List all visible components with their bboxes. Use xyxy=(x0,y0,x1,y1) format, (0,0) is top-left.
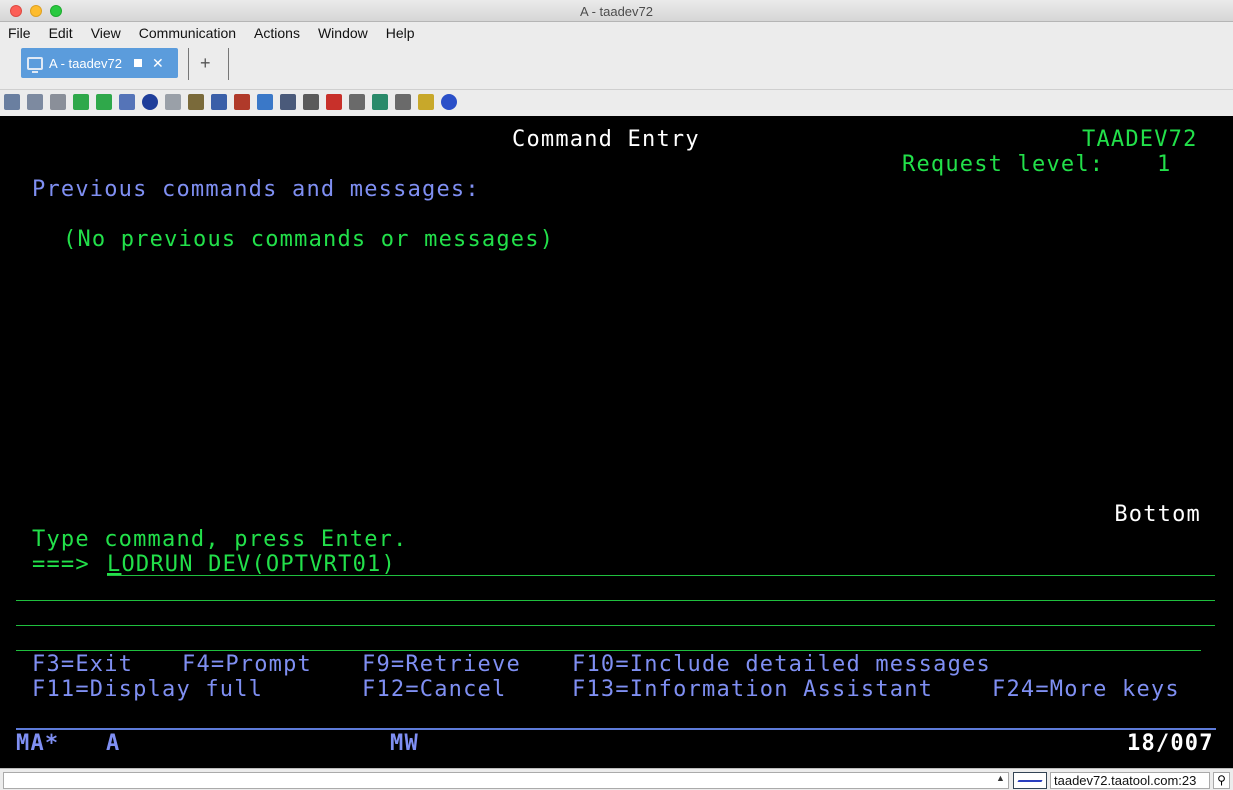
menu-edit[interactable]: Edit xyxy=(49,25,73,41)
oia-cursor-position: 18/007 xyxy=(1127,731,1214,756)
system-name: TAADEV72 xyxy=(1082,127,1198,152)
new-tab-button[interactable]: + xyxy=(200,53,211,74)
input-field-underline xyxy=(16,650,1201,651)
bottom-marker: Bottom xyxy=(1114,502,1201,527)
menu-actions[interactable]: Actions xyxy=(254,25,300,41)
receive-icon[interactable] xyxy=(96,94,112,110)
monitor-icon xyxy=(27,56,43,73)
previous-commands-header: Previous commands and messages: xyxy=(32,177,480,202)
data-transfer-icon[interactable] xyxy=(119,94,135,110)
no-previous-message: (No previous commands or messages) xyxy=(63,227,555,252)
request-level-label: Request level: xyxy=(902,152,1105,177)
window-title: A - taadev72 xyxy=(580,4,653,19)
oia-mode: MW xyxy=(390,731,419,756)
input-field-underline xyxy=(107,575,1215,576)
input-field-underline xyxy=(16,625,1215,626)
pause-icon[interactable] xyxy=(395,94,411,110)
text-cursor: L xyxy=(107,552,122,577)
display-icon[interactable] xyxy=(257,94,273,110)
stop-icon[interactable] xyxy=(349,94,365,110)
command-text: ODRUN DEV(OPTVRT01) xyxy=(121,552,396,577)
oia-session: A xyxy=(106,731,121,756)
macro-icon[interactable] xyxy=(188,94,204,110)
window-titlebar: A - taadev72 xyxy=(0,0,1233,22)
fkey-f10-include-messages[interactable]: F10=Include detailed messages xyxy=(572,652,991,677)
status-bar: ▲ taadev72.taatool.com:23 ⚲ xyxy=(0,768,1233,790)
command-input[interactable]: LODRUN DEV(OPTVRT01) xyxy=(107,552,396,577)
settings-icon[interactable] xyxy=(211,94,227,110)
fkey-f4-prompt[interactable]: F4=Prompt xyxy=(182,652,312,677)
session-tab-row: A - taadev72 ✕ + xyxy=(0,44,1233,90)
fkey-f13-information-assistant[interactable]: F13=Information Assistant xyxy=(572,677,933,702)
menu-file[interactable]: File xyxy=(8,25,31,41)
oia-status: MA* xyxy=(16,731,60,756)
menu-communication[interactable]: Communication xyxy=(139,25,236,41)
fkey-f11-display-full[interactable]: F11=Display full xyxy=(32,677,263,702)
terminal-screen[interactable]: Command Entry TAADEV72 Request level: 1 … xyxy=(0,116,1233,768)
help-icon[interactable] xyxy=(441,94,457,110)
tab-menu-icon[interactable] xyxy=(134,59,142,67)
oia-divider xyxy=(16,728,1216,730)
host-address: taadev72.taatool.com:23 xyxy=(1050,772,1210,789)
menu-window[interactable]: Window xyxy=(318,25,368,41)
notes-icon[interactable] xyxy=(418,94,434,110)
status-message-field xyxy=(3,772,1009,789)
security-icon[interactable]: ⚲ xyxy=(1213,772,1230,789)
session-tab-label: A - taadev72 xyxy=(49,55,122,71)
keyboard-icon[interactable] xyxy=(280,94,296,110)
connection-icon xyxy=(1013,772,1047,789)
fkey-f24-more-keys[interactable]: F24=More keys xyxy=(992,677,1180,702)
paste-icon[interactable] xyxy=(50,94,66,110)
scroll-up-icon[interactable]: ▲ xyxy=(996,773,1005,783)
copy-icon[interactable] xyxy=(4,94,20,110)
command-prompt: ===> xyxy=(32,552,90,577)
input-field-underline xyxy=(16,600,1215,601)
fkey-f3-exit[interactable]: F3=Exit xyxy=(32,652,133,677)
menu-view[interactable]: View xyxy=(91,25,121,41)
screen-title: Command Entry xyxy=(512,127,700,152)
tools-icon[interactable] xyxy=(303,94,319,110)
record-icon[interactable] xyxy=(326,94,342,110)
print-icon[interactable] xyxy=(165,94,181,110)
cut-icon[interactable] xyxy=(27,94,43,110)
fkey-f9-retrieve[interactable]: F9=Retrieve xyxy=(362,652,521,677)
send-icon[interactable] xyxy=(73,94,89,110)
command-instruction: Type command, press Enter. xyxy=(32,527,408,552)
toolbar xyxy=(0,90,1233,114)
menu-bar: File Edit View Communication Actions Win… xyxy=(0,22,1233,44)
request-level-value: 1 xyxy=(1157,152,1172,177)
tab-divider xyxy=(188,48,189,80)
session-tab[interactable]: A - taadev72 ✕ xyxy=(21,48,178,78)
keypad-icon[interactable] xyxy=(234,94,250,110)
fkey-f12-cancel[interactable]: F12=Cancel xyxy=(362,677,506,702)
navigate-icon[interactable] xyxy=(142,94,158,110)
play-icon[interactable] xyxy=(372,94,388,110)
tab-divider xyxy=(228,48,229,80)
menu-help[interactable]: Help xyxy=(386,25,415,41)
close-tab-button[interactable]: ✕ xyxy=(152,55,164,72)
